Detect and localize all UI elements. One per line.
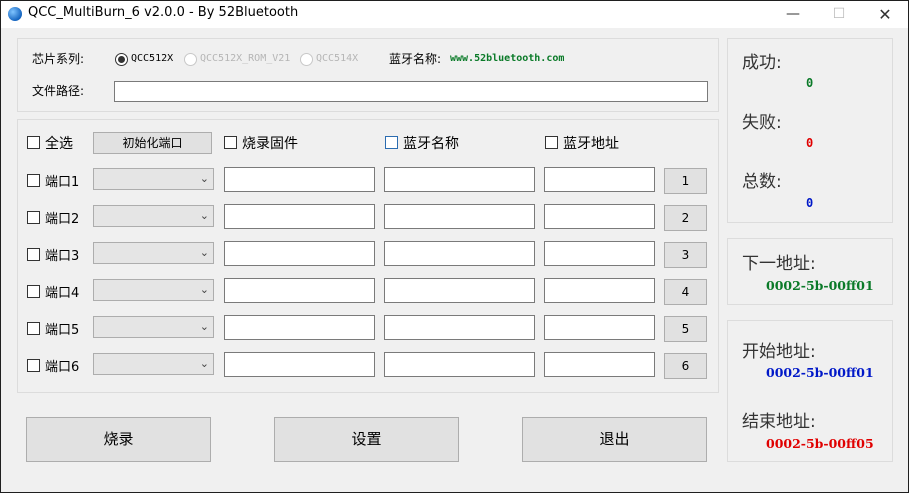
port-5-button[interactable]: 5	[664, 316, 707, 342]
start-address-label: 开始地址:	[742, 342, 816, 362]
start-address-value: 0002-5b-00ff01	[766, 365, 874, 380]
radio-qcc512x-rom-v21-label[interactable]: QCC512X_ROM_V21	[200, 53, 290, 64]
end-address-value: 0002-5b-00ff05	[766, 436, 874, 451]
window-title: QCC_MultiBurn_6 v2.0.0 - By 52Bluetooth	[28, 5, 299, 20]
port-3-combo[interactable]: ⌄	[93, 242, 214, 264]
stats-panel: 成功: 0 失败: 0 总数: 0	[727, 38, 893, 223]
title-bar[interactable]: QCC_MultiBurn_6 v2.0.0 - By 52Bluetooth …	[1, 1, 908, 28]
config-panel: 芯片系列: QCC512X QCC512X_ROM_V21 QCC514X 蓝牙…	[17, 38, 719, 112]
exit-button[interactable]: 退出	[522, 417, 707, 462]
bt-address-checkbox[interactable]	[545, 136, 558, 149]
minimize-button[interactable]: —	[770, 1, 816, 28]
port-3-button[interactable]: 3	[664, 242, 707, 268]
chevron-down-icon: ⌄	[199, 357, 209, 370]
next-address-panel: 下一地址: 0002-5b-00ff01	[727, 238, 893, 305]
port-2-bt-address-field[interactable]	[544, 204, 655, 229]
success-label: 成功:	[742, 53, 782, 73]
total-label: 总数:	[742, 172, 782, 192]
next-address-label: 下一地址:	[742, 254, 816, 274]
select-all-checkbox[interactable]	[27, 136, 40, 149]
port-2-checkbox[interactable]	[27, 211, 40, 224]
port-6-button[interactable]: 6	[664, 353, 707, 379]
port-5-bt-address-field[interactable]	[544, 315, 655, 340]
burn-firmware-label[interactable]: 烧录固件	[242, 133, 298, 153]
bt-name-checkbox[interactable]	[385, 136, 398, 149]
port-3-checkbox[interactable]	[27, 248, 40, 261]
port-6-checkbox[interactable]	[27, 359, 40, 372]
port-1-checkbox[interactable]	[27, 174, 40, 187]
port-1-combo[interactable]: ⌄	[93, 168, 214, 190]
port-3-firmware-field[interactable]	[224, 241, 375, 266]
port-3-bt-name-field[interactable]	[384, 241, 535, 266]
port-2-button[interactable]: 2	[664, 205, 707, 231]
port-5-firmware-field[interactable]	[224, 315, 375, 340]
bt-address-column-label[interactable]: 蓝牙地址	[563, 133, 619, 153]
port-2-label[interactable]: 端口2	[45, 208, 79, 227]
main-window: QCC_MultiBurn_6 v2.0.0 - By 52Bluetooth …	[0, 0, 909, 493]
port-4-checkbox[interactable]	[27, 285, 40, 298]
chevron-down-icon: ⌄	[199, 283, 209, 296]
fail-count: 0	[806, 136, 814, 150]
port-5-checkbox[interactable]	[27, 322, 40, 335]
port-6-firmware-field[interactable]	[224, 352, 375, 377]
total-count: 0	[806, 196, 814, 210]
fail-label: 失败:	[742, 113, 782, 133]
chevron-down-icon: ⌄	[199, 246, 209, 259]
port-1-bt-name-field[interactable]	[384, 167, 535, 192]
radio-qcc514x[interactable]	[300, 53, 313, 66]
port-2-bt-name-field[interactable]	[384, 204, 535, 229]
file-path-input[interactable]	[114, 81, 708, 102]
port-5-label[interactable]: 端口5	[45, 319, 79, 338]
next-address-value: 0002-5b-00ff01	[766, 278, 874, 293]
address-range-panel: 开始地址: 0002-5b-00ff01 结束地址: 0002-5b-00ff0…	[727, 320, 893, 462]
port-3-label[interactable]: 端口3	[45, 245, 79, 264]
port-5-combo[interactable]: ⌄	[93, 316, 214, 338]
end-address-label: 结束地址:	[742, 412, 816, 432]
select-all-label[interactable]: 全选	[45, 133, 73, 153]
chevron-down-icon: ⌄	[199, 209, 209, 222]
port-6-bt-name-field[interactable]	[384, 352, 535, 377]
burn-button[interactable]: 烧录	[26, 417, 211, 462]
port-3-bt-address-field[interactable]	[544, 241, 655, 266]
port-4-button[interactable]: 4	[664, 279, 707, 305]
port-6-bt-address-field[interactable]	[544, 352, 655, 377]
radio-qcc512x[interactable]	[115, 53, 128, 66]
bt-name-label: 蓝牙名称:	[389, 52, 442, 66]
app-icon	[8, 7, 22, 21]
burn-firmware-checkbox[interactable]	[224, 136, 237, 149]
port-4-bt-name-field[interactable]	[384, 278, 535, 303]
radio-qcc512x-label[interactable]: QCC512X	[131, 53, 173, 64]
ports-panel: 全选 初始化端口 烧录固件 蓝牙名称 蓝牙地址 端口1 ⌄ 1 端口2 ⌄ 2 …	[17, 119, 719, 393]
success-count: 0	[806, 76, 814, 90]
port-6-label[interactable]: 端口6	[45, 356, 79, 375]
radio-qcc514x-label[interactable]: QCC514X	[316, 53, 358, 64]
bt-name-column-label[interactable]: 蓝牙名称	[403, 133, 459, 153]
bt-name-value: www.52bluetooth.com	[450, 53, 565, 64]
chevron-down-icon: ⌄	[199, 320, 209, 333]
port-4-label[interactable]: 端口4	[45, 282, 79, 301]
init-ports-button[interactable]: 初始化端口	[93, 132, 212, 154]
port-4-combo[interactable]: ⌄	[93, 279, 214, 301]
maximize-button[interactable]: ☐	[816, 1, 862, 28]
port-4-firmware-field[interactable]	[224, 278, 375, 303]
port-5-bt-name-field[interactable]	[384, 315, 535, 340]
port-2-firmware-field[interactable]	[224, 204, 375, 229]
settings-button[interactable]: 设置	[274, 417, 459, 462]
radio-qcc512x-rom-v21[interactable]	[184, 53, 197, 66]
port-2-combo[interactable]: ⌄	[93, 205, 214, 227]
port-1-button[interactable]: 1	[664, 168, 707, 194]
close-button[interactable]: ✕	[862, 1, 908, 28]
port-4-bt-address-field[interactable]	[544, 278, 655, 303]
port-6-combo[interactable]: ⌄	[93, 353, 214, 375]
chip-series-label: 芯片系列:	[32, 52, 85, 66]
file-path-label: 文件路径:	[32, 84, 85, 98]
port-1-label[interactable]: 端口1	[45, 171, 79, 190]
chevron-down-icon: ⌄	[199, 172, 209, 185]
port-1-bt-address-field[interactable]	[544, 167, 655, 192]
port-1-firmware-field[interactable]	[224, 167, 375, 192]
